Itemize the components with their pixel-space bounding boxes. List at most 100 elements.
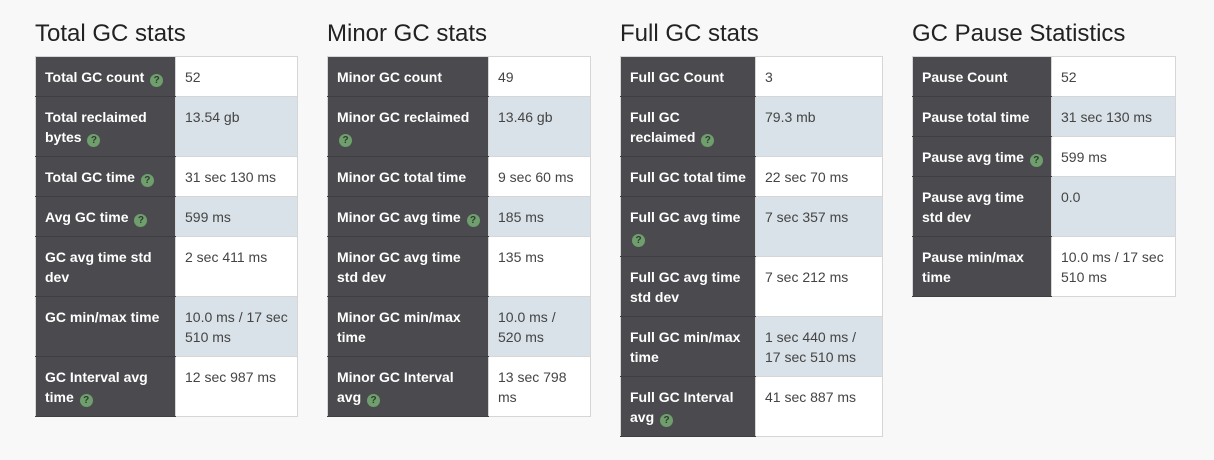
help-icon[interactable]: ? [466,214,480,227]
stat-label-cell: Minor GC total time [327,156,489,197]
stat-label: GC min/max time [45,309,160,325]
stat-value: 10.0 ms / 17 sec 510 ms [175,296,298,357]
stat-value: 3 [755,56,883,97]
stat-label: Pause min/max time [922,249,1024,285]
stats-row: Full GC avg time ? 7 sec 357 ms [620,196,883,257]
stats-row: Pause Count 52 [912,56,1176,97]
stat-label-cell: Minor GC count [327,56,489,97]
stat-label: Minor GC min/max time [337,309,461,345]
stat-value: 13.54 gb [175,96,298,157]
help-icon[interactable]: ? [87,134,101,147]
stat-value: 13 sec 798 ms [488,356,591,417]
stat-value: 599 ms [175,196,298,237]
stats-table: Minor GC count 49 Minor GC reclaimed ? 13.4… [327,56,591,417]
stat-label-cell: Minor GC reclaimed ? [327,96,489,157]
stat-label-cell: Pause Count [912,56,1052,97]
stats-table: Total GC count ? 52 Total reclaimed bytes … [35,56,298,417]
help-icon[interactable]: ? [134,214,148,227]
stat-label: Total GC time [45,169,135,185]
stats-table: Pause Count 52 Pause total time 31 sec 130 … [912,56,1176,297]
help-icon[interactable]: ? [367,394,381,407]
stat-value: 52 [175,56,298,97]
help-icon[interactable]: ? [339,134,352,147]
stat-value: 31 sec 130 ms [1051,96,1176,137]
panel-title: GC Pause Statistics [912,20,1126,47]
stats-row: Minor GC total time 9 sec 60 ms [327,156,591,197]
stat-value: 52 [1051,56,1176,97]
stats-row: Minor GC avg time std dev 135 ms [327,236,591,297]
stats-row: Full GC avg time std dev 7 sec 212 ms [620,256,883,317]
stat-label-cell: Pause total time [912,96,1052,137]
stat-label: Avg GC time [45,209,129,225]
stat-label-cell: Total GC count ? [35,56,176,97]
stats-row: Minor GC avg time ? 185 ms [327,196,591,237]
stat-label: Full GC reclaimed [630,109,696,145]
stat-label: Full GC avg time std dev [630,269,741,305]
panel-title: Total GC stats [35,20,186,47]
stat-label: Pause Count [922,69,1008,85]
stats-table-body: Pause Count 52 Pause total time 31 sec 130 … [912,56,1176,297]
stat-label: Full GC min/max time [630,329,741,365]
stats-row: Minor GC reclaimed ? 13.46 gb [327,96,591,157]
stat-label-cell: Full GC min/max time [620,316,756,377]
stat-label: GC avg time std dev [45,249,152,285]
stat-label-cell: Total GC time ? [35,156,176,197]
stats-row: GC avg time std dev 2 sec 411 ms [35,236,298,297]
help-icon[interactable]: ? [632,234,645,247]
stat-label-cell: Total reclaimed bytes ? [35,96,176,157]
stats-row: Full GC min/max time 1 sec 440 ms / 17 se… [620,316,883,377]
stats-row: Full GC reclaimed ? 79.3 mb [620,96,883,157]
stat-label-cell: Full GC avg time std dev [620,256,756,317]
stat-value: 135 ms [488,236,591,297]
help-icon[interactable]: ? [140,174,154,187]
stats-row: Avg GC time ? 599 ms [35,196,298,237]
stat-value: 31 sec 130 ms [175,156,298,197]
stat-value: 79.3 mb [755,96,883,157]
help-icon[interactable]: ? [701,134,715,147]
stat-value: 41 sec 887 ms [755,376,883,437]
stat-value: 7 sec 212 ms [755,256,883,317]
stat-value: 185 ms [488,196,591,237]
stat-value: 599 ms [1051,136,1176,177]
stat-label: Minor GC count [337,69,442,85]
stat-label-cell: Full GC reclaimed ? [620,96,756,157]
stat-label-cell: Pause min/max time [912,236,1052,297]
stat-label-cell: GC avg time std dev [35,236,176,297]
help-icon[interactable]: ? [150,74,164,87]
stat-label: Full GC avg time [630,209,741,225]
stat-label: Full GC Interval avg [630,389,734,425]
stats-row: Full GC total time 22 sec 70 ms [620,156,883,197]
stat-label-cell: Pause avg time std dev [912,176,1052,237]
stats-row: Full GC Count 3 [620,56,883,97]
stat-value: 0.0 [1051,176,1176,237]
stats-row: Total GC count ? 52 [35,56,298,97]
stats-table-body: Full GC Count 3 Full GC reclaimed ? 79.3 mb… [620,56,883,437]
stat-label: Full GC Count [630,69,725,85]
stat-value: 22 sec 70 ms [755,156,883,197]
stats-row: Pause avg time std dev 0.0 [912,176,1176,237]
stat-label-cell: GC min/max time [35,296,176,357]
help-icon[interactable]: ? [79,394,93,407]
stat-value: 10.0 ms / 17 sec 510 ms [1051,236,1176,297]
help-icon[interactable]: ? [1029,154,1043,167]
stats-row: Minor GC min/max time 10.0 ms / 520 ms [327,296,591,357]
stat-label-cell: Pause avg time ? [912,136,1052,177]
stat-label: Total GC count [45,69,145,85]
stat-label: GC Interval avg time [45,369,148,405]
stats-row: Full GC Interval avg ? 41 sec 887 ms [620,376,883,437]
stat-label-cell: GC Interval avg time ? [35,356,176,417]
stat-label-cell: Minor GC min/max time [327,296,489,357]
stat-label: Minor GC avg time std dev [337,249,461,285]
stat-label-cell: Full GC Count [620,56,756,97]
stats-row: Minor GC Interval avg ? 13 sec 798 ms [327,356,591,417]
stats-table: Full GC Count 3 Full GC reclaimed ? 79.3 mb… [620,56,883,437]
stat-value: 49 [488,56,591,97]
stats-table-body: Total GC count ? 52 Total reclaimed bytes … [35,56,298,417]
help-icon[interactable]: ? [660,414,674,427]
stat-label: Minor GC reclaimed [337,109,470,125]
stat-value: 2 sec 411 ms [175,236,298,297]
stat-label-cell: Full GC avg time ? [620,196,756,257]
stats-row: Minor GC count 49 [327,56,591,97]
stat-label: Pause total time [922,109,1030,125]
stat-label-cell: Minor GC avg time ? [327,196,489,237]
